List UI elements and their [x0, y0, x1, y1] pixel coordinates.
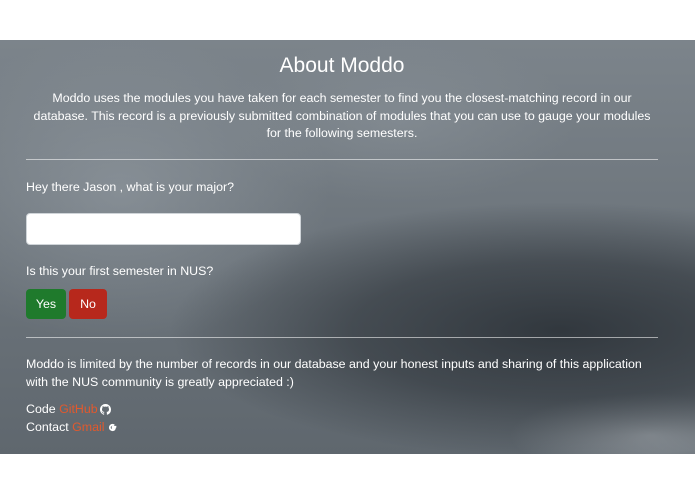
contact-row: Contact Gmail	[26, 420, 118, 436]
google-icon[interactable]	[107, 422, 118, 436]
footer-note: Moddo is limited by the number of record…	[26, 357, 642, 389]
github-icon[interactable]	[99, 404, 111, 418]
code-row: Code GitHub	[26, 402, 111, 418]
major-question: Hey there Jason , what is your major?	[26, 180, 234, 194]
first-semester-question: Is this your first semester in NUS?	[26, 264, 214, 278]
major-input[interactable]	[26, 213, 301, 245]
divider	[26, 337, 658, 338]
page-title: About Moddo	[279, 54, 405, 77]
no-button[interactable]: No	[69, 289, 107, 319]
yes-button[interactable]: Yes	[26, 289, 66, 319]
github-link[interactable]: GitHub	[59, 402, 98, 416]
gmail-link[interactable]: Gmail	[72, 420, 104, 434]
code-label: Code	[26, 402, 56, 416]
divider	[26, 159, 658, 160]
about-section: About Moddo Moddo uses the modules you h…	[0, 40, 695, 454]
about-description: Moddo uses the modules you have taken fo…	[33, 91, 651, 140]
contact-label: Contact	[26, 420, 69, 434]
